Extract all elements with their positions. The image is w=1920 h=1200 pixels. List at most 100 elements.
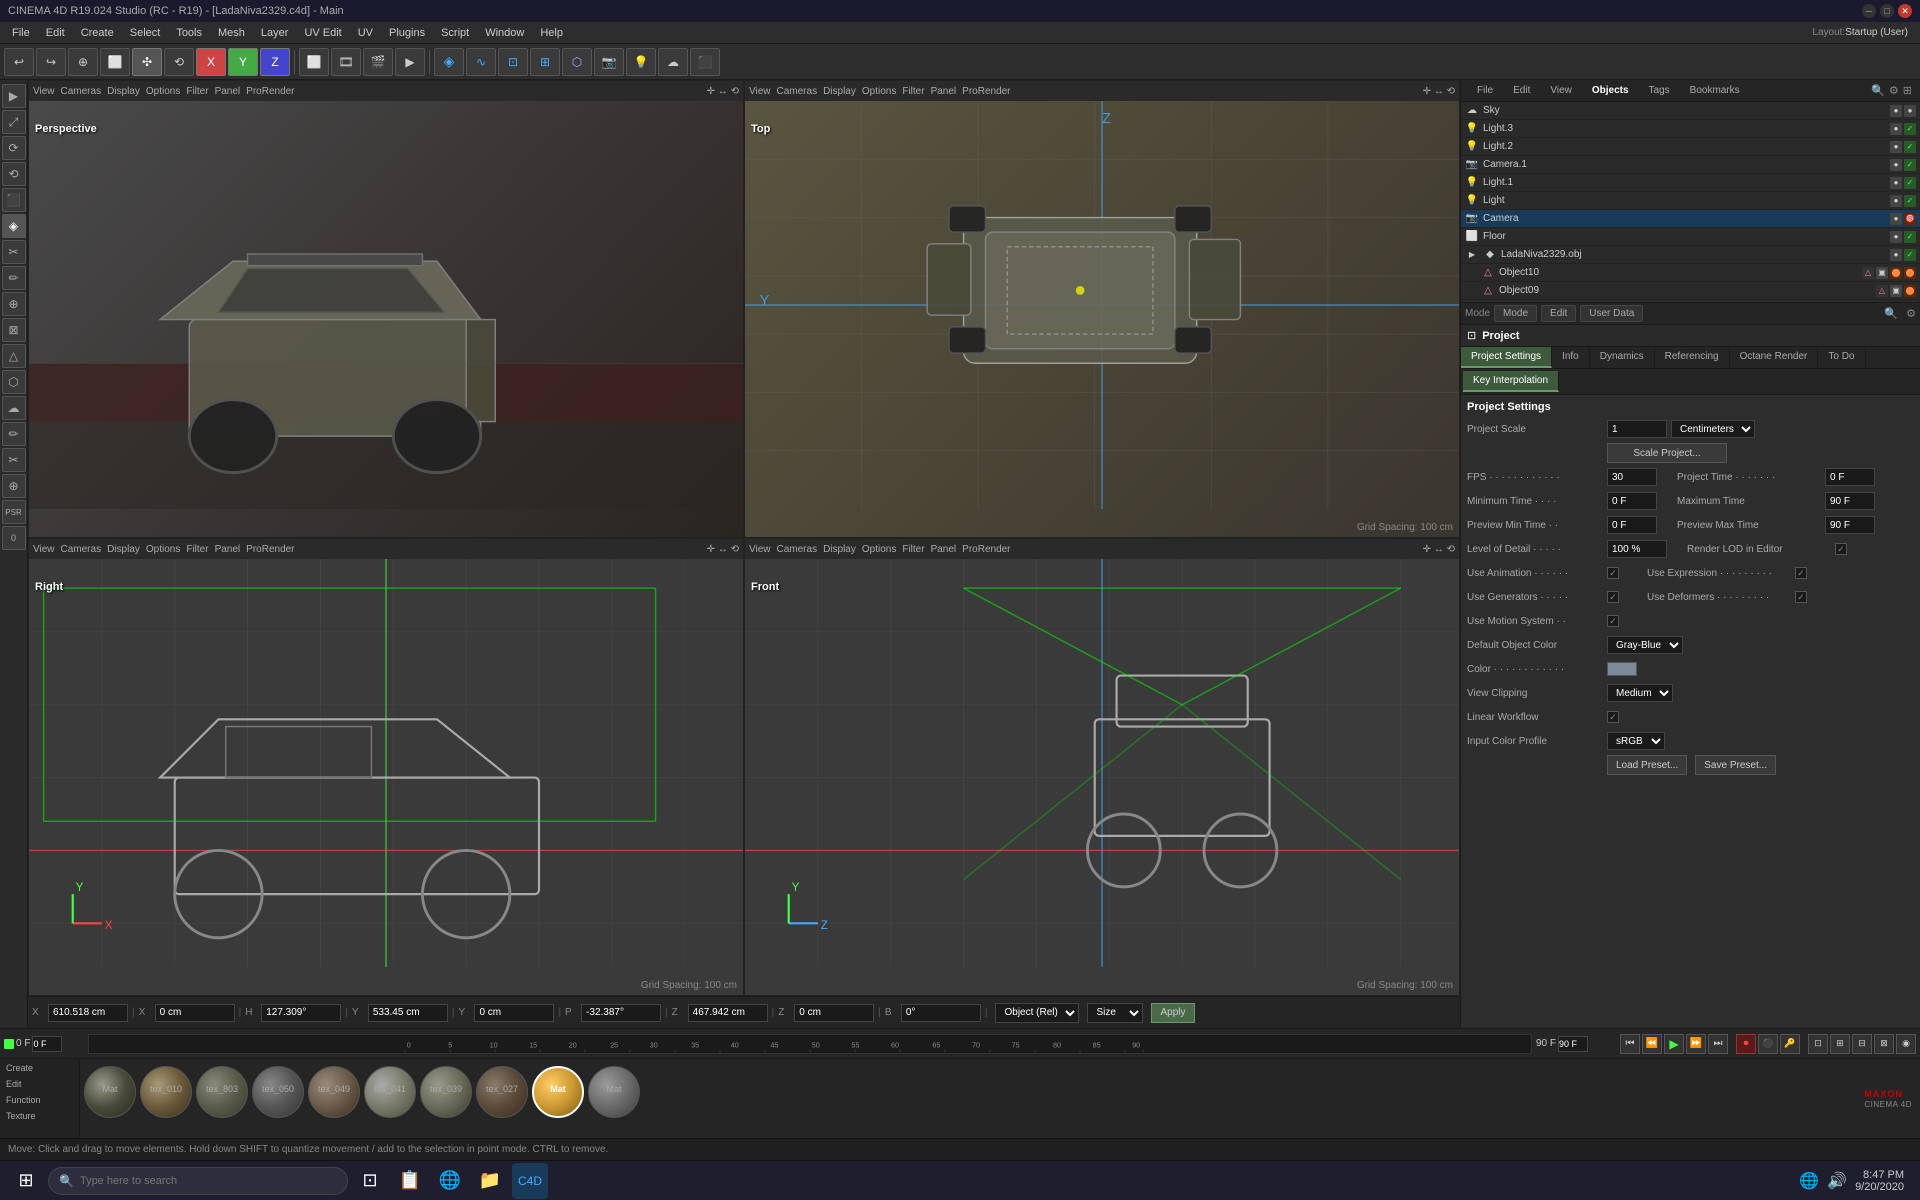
vp-right-cameras-btn[interactable]: Cameras (61, 544, 102, 555)
mat-create-btn[interactable]: Create (2, 1061, 77, 1075)
tool-cut[interactable]: ✂ (2, 448, 26, 472)
transport-extra3[interactable]: ⊟ (1852, 1034, 1872, 1054)
input-preview-min[interactable] (1607, 516, 1657, 534)
obj-flag-render[interactable]: ● (1904, 105, 1916, 117)
tool-zero[interactable]: 0 (2, 526, 26, 550)
menu-help[interactable]: Help (532, 25, 571, 41)
check-use-deformers[interactable]: ✓ (1795, 591, 1807, 603)
menu-file[interactable]: File (4, 25, 38, 41)
vp-top-filter-btn[interactable]: Filter (902, 86, 924, 97)
toolbar-y-axis[interactable]: Y (228, 48, 258, 76)
vp-filter-btn[interactable]: Filter (186, 86, 208, 97)
scale-project-btn[interactable]: Scale Project... (1607, 443, 1727, 463)
obj-ladaniva[interactable]: ▶ ◆ LadaNiva2329.obj ● ✓ (1461, 246, 1920, 264)
select-project-scale-unit[interactable]: Centimeters Meters Inches (1671, 420, 1755, 438)
obj-object10[interactable]: △ Object10 △ ▣ ⬤ ⬤ (1461, 264, 1920, 282)
check-render-lod[interactable]: ✓ (1835, 543, 1847, 555)
transport-key[interactable]: 🔑 (1780, 1034, 1800, 1054)
input-lod[interactable] (1607, 540, 1667, 558)
vp-cameras-btn[interactable]: Cameras (61, 86, 102, 97)
toolbar-deformer[interactable]: ⊞ (530, 48, 560, 76)
menu-window[interactable]: Window (477, 25, 532, 41)
vp-right-view-btn[interactable]: View (33, 544, 55, 555)
mat-function-btn[interactable]: Function (2, 1093, 77, 1107)
vp-panel-btn[interactable]: Panel (215, 86, 241, 97)
check-use-motion[interactable]: ✓ (1607, 615, 1619, 627)
tool-scale[interactable]: ⤢ (2, 110, 26, 134)
coord-z-pos[interactable] (688, 1004, 768, 1022)
viewport-front[interactable]: View Cameras Display Options Filter Pane… (744, 538, 1460, 996)
viewport-top[interactable]: View Cameras Display Options Filter Pane… (744, 80, 1460, 538)
settings-btn[interactable]: ⚙ (1889, 84, 1899, 97)
toolbar-new-obj[interactable]: ⊕ (68, 48, 98, 76)
toolbar-render[interactable]: 🎬 (363, 48, 393, 76)
vp-right-filter-btn[interactable]: Filter (186, 544, 208, 555)
tab-edit[interactable]: Edit (1505, 83, 1538, 98)
search-btn[interactable]: 🔍 (1871, 84, 1885, 97)
toolbar-spline[interactable]: ∿ (466, 48, 496, 76)
transport-prev-frame[interactable]: ⏪ (1642, 1034, 1662, 1054)
menu-script[interactable]: Script (433, 25, 477, 41)
menu-layer[interactable]: Layer (253, 25, 297, 41)
mat-edit-btn[interactable]: Edit (2, 1077, 77, 1091)
vp-display-btn[interactable]: Display (107, 86, 140, 97)
tool-knife[interactable]: ✂ (2, 240, 26, 264)
toolbar-nurbs[interactable]: ⊡ (498, 48, 528, 76)
coord-h-rot[interactable] (261, 1004, 341, 1022)
timeline-input[interactable] (32, 1036, 62, 1052)
menu-uvedit[interactable]: UV Edit (296, 25, 349, 41)
save-preset-btn[interactable]: Save Preset... (1695, 755, 1776, 775)
vp-front-panel-btn[interactable]: Panel (931, 544, 957, 555)
toolbar-redo[interactable]: ↪ (36, 48, 66, 76)
toolbar-light[interactable]: 💡 (626, 48, 656, 76)
tool-box[interactable]: ⬛ (2, 188, 26, 212)
coord-x-size[interactable] (155, 1004, 235, 1022)
toolbar-ipr[interactable]: ▶ (395, 48, 425, 76)
tab-tags[interactable]: Tags (1641, 83, 1678, 98)
tool-pen[interactable]: ✏ (2, 422, 26, 446)
close-button[interactable]: ✕ (1898, 4, 1912, 18)
tool-brush[interactable]: ⊠ (2, 318, 26, 342)
coord-object-ref[interactable]: Object (Rel) World (995, 1003, 1079, 1023)
check-linear-workflow[interactable]: ✓ (1607, 711, 1619, 723)
toolbar-x-axis[interactable]: X (196, 48, 226, 76)
coord-y-pos[interactable] (368, 1004, 448, 1022)
vp-front-view-btn[interactable]: View (749, 544, 771, 555)
tab-file[interactable]: File (1469, 83, 1501, 98)
coord-p-rot[interactable] (581, 1004, 661, 1022)
minimize-button[interactable]: ─ (1862, 4, 1876, 18)
taskbar-app-edge[interactable]: 🌐 (432, 1163, 468, 1199)
taskbar-network-icon[interactable]: 🌐 (1799, 1171, 1819, 1191)
mat-texture-btn[interactable]: Texture (2, 1109, 77, 1123)
vp-top-view-btn[interactable]: View (749, 86, 771, 97)
coord-x-pos[interactable] (48, 1004, 128, 1022)
menu-uv[interactable]: UV (350, 25, 381, 41)
check-use-generators[interactable]: ✓ (1607, 591, 1619, 603)
input-min-time[interactable] (1607, 492, 1657, 510)
transport-extra1[interactable]: ⊡ (1808, 1034, 1828, 1054)
vp-top-cameras-btn[interactable]: Cameras (777, 86, 818, 97)
vp-top-prorender-btn[interactable]: ProRender (962, 86, 1010, 97)
menu-plugins[interactable]: Plugins (381, 25, 433, 41)
tool-extrude[interactable]: △ (2, 344, 26, 368)
select-input-color[interactable]: sRGB Linear (1607, 732, 1665, 750)
toolbar-sky[interactable]: ☁ (658, 48, 688, 76)
obj-light3[interactable]: 💡 Light.3 ● ✓ (1461, 120, 1920, 138)
vp-front-cameras-btn[interactable]: Cameras (777, 544, 818, 555)
transport-play[interactable]: ▶ (1664, 1034, 1684, 1054)
mode-mode-btn[interactable]: Mode (1494, 305, 1537, 322)
vp-right-prorender-btn[interactable]: ProRender (246, 544, 294, 555)
vp-front-filter-btn[interactable]: Filter (902, 544, 924, 555)
taskbar-volume-icon[interactable]: 🔊 (1827, 1171, 1847, 1191)
props-tab-octane[interactable]: Octane Render (1730, 347, 1819, 368)
input-preview-max[interactable] (1825, 516, 1875, 534)
input-project-scale[interactable] (1607, 420, 1667, 438)
input-project-time[interactable] (1825, 468, 1875, 486)
vp-right-options-btn[interactable]: Options (146, 544, 180, 555)
tab-objects[interactable]: Objects (1584, 83, 1637, 98)
mode-userdata-btn[interactable]: User Data (1580, 305, 1643, 322)
toolbar-cam[interactable]: 📷 (594, 48, 624, 76)
props-tab-dynamics[interactable]: Dynamics (1590, 347, 1655, 368)
tool-move[interactable]: ▶ (2, 84, 26, 108)
check-use-animation[interactable]: ✓ (1607, 567, 1619, 579)
